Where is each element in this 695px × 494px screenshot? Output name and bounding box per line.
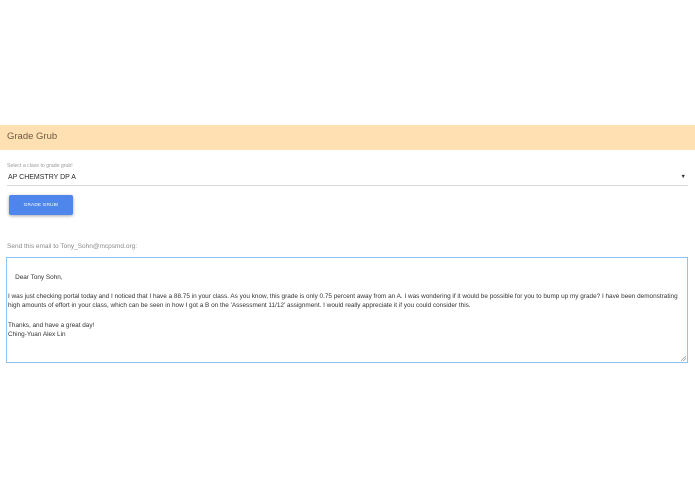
class-select-label: Select a class to grade grub! — [7, 163, 73, 169]
class-select-value: AP CHEMSTRY DP A — [8, 174, 76, 181]
class-select[interactable]: AP CHEMSTRY DP A ▼ — [7, 171, 688, 186]
resize-handle-icon[interactable] — [681, 356, 686, 361]
grade-grub-button[interactable]: GRADE GRUB! — [9, 195, 73, 215]
app-title: Grade Grub — [7, 131, 58, 142]
email-body-text: Dear Tony Sohn, I was just checking port… — [8, 273, 678, 339]
email-body-textarea[interactable]: Dear Tony Sohn, I was just checking port… — [6, 257, 688, 363]
send-email-label: Send this email to Tony_Sohn@mcpsmd.org: — [7, 243, 138, 250]
app-header: Grade Grub — [0, 125, 695, 150]
page: Grade Grub Select a class to grade grub!… — [0, 0, 695, 494]
dropdown-caret-icon[interactable]: ▼ — [681, 174, 686, 180]
